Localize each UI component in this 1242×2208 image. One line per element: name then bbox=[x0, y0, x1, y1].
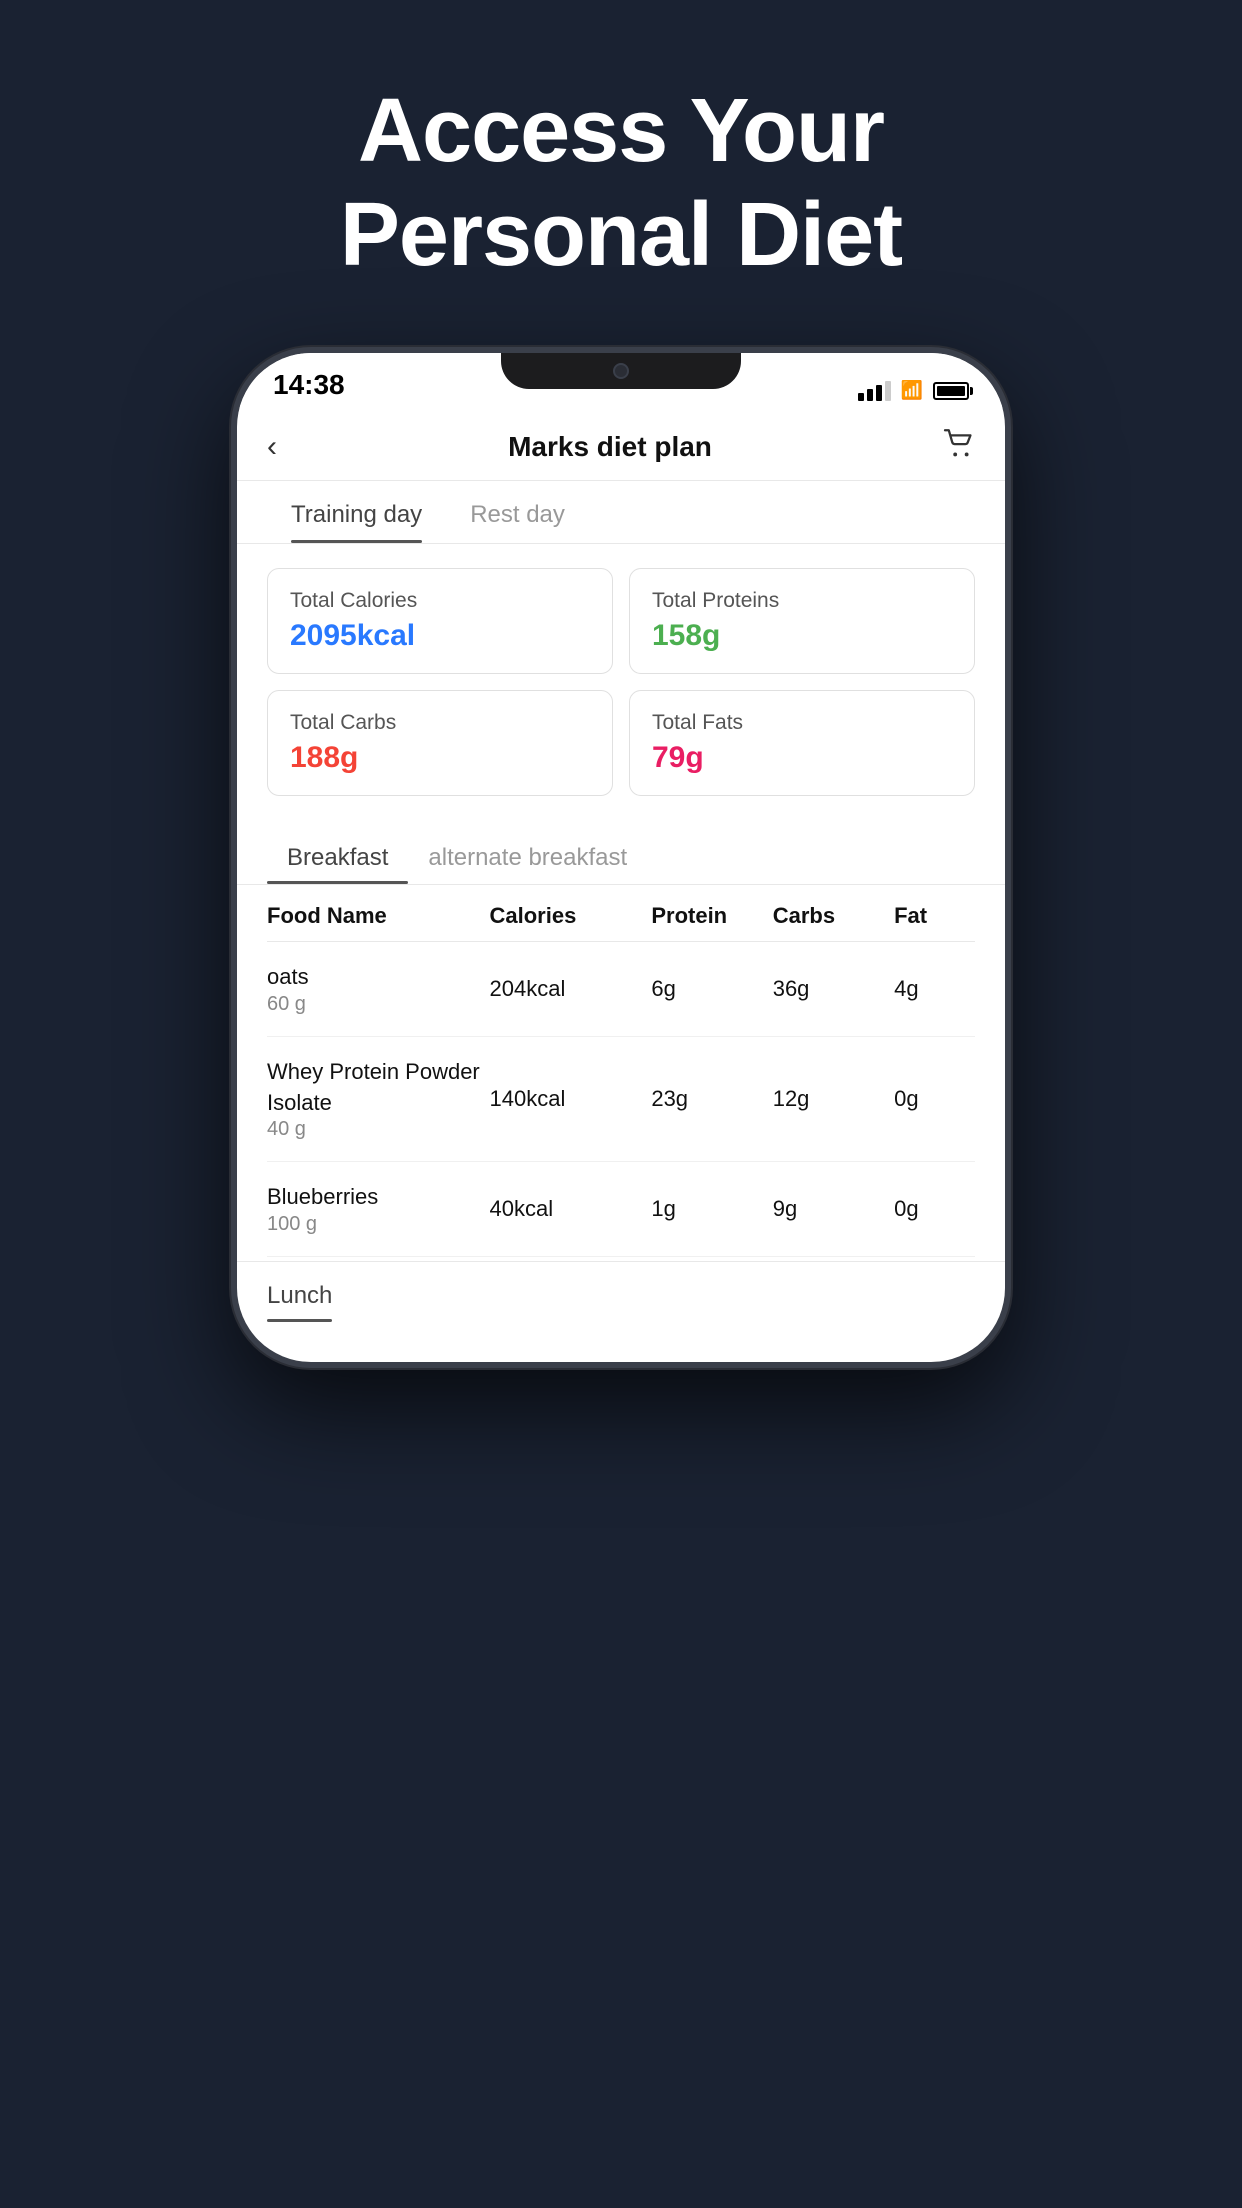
page-title: Marks diet plan bbox=[508, 431, 712, 463]
battery-icon bbox=[933, 382, 969, 400]
tab-breakfast[interactable]: Breakfast bbox=[267, 828, 408, 884]
header-fat: Fat bbox=[894, 903, 975, 929]
stat-card-fats: Total Fats 79g bbox=[629, 690, 975, 796]
table-row: oats 60 g 204kcal 6g 36g 4g bbox=[267, 942, 975, 1037]
food-name-cell: oats 60 g bbox=[267, 962, 490, 1016]
phone-wrapper: 14:38 📶 ‹ Marks diet pla bbox=[0, 347, 1242, 1368]
header-food-name: Food Name bbox=[267, 903, 490, 929]
food-fat: 4g bbox=[894, 976, 975, 1002]
lunch-section: Lunch bbox=[237, 1261, 1005, 1322]
food-name: oats bbox=[267, 962, 490, 993]
status-icons: 📶 bbox=[858, 380, 969, 401]
food-carbs: 12g bbox=[773, 1086, 894, 1112]
tab-alternate-breakfast[interactable]: alternate breakfast bbox=[408, 828, 647, 884]
food-weight: 60 g bbox=[267, 993, 490, 1016]
header-calories: Calories bbox=[490, 903, 652, 929]
lunch-tab-row: Lunch bbox=[267, 1282, 975, 1322]
camera bbox=[613, 363, 629, 379]
table-header: Food Name Calories Protein Carbs Fat bbox=[267, 885, 975, 942]
stat-value-proteins: 158g bbox=[652, 619, 952, 653]
hero-title: Access Your Personal Diet bbox=[0, 80, 1242, 287]
stat-value-carbs: 188g bbox=[290, 741, 590, 775]
stat-card-calories: Total Calories 2095kcal bbox=[267, 568, 613, 674]
cart-button[interactable] bbox=[943, 429, 975, 464]
food-calories: 140kcal bbox=[490, 1086, 652, 1112]
notch bbox=[501, 353, 741, 389]
header-protein: Protein bbox=[651, 903, 772, 929]
food-protein: 23g bbox=[651, 1086, 772, 1112]
stat-label-carbs: Total Carbs bbox=[290, 711, 590, 735]
tab-rest-day[interactable]: Rest day bbox=[446, 481, 589, 543]
tab-training-day[interactable]: Training day bbox=[267, 481, 446, 543]
food-name: Whey Protein Powder Isolate bbox=[267, 1057, 490, 1119]
food-carbs: 36g bbox=[773, 976, 894, 1002]
hero-section: Access Your Personal Diet bbox=[0, 0, 1242, 347]
tab-lunch[interactable]: Lunch bbox=[267, 1282, 332, 1322]
meal-tabs: Breakfast alternate breakfast bbox=[237, 828, 1005, 885]
food-fat: 0g bbox=[894, 1196, 975, 1222]
food-calories: 204kcal bbox=[490, 976, 652, 1002]
stats-grid: Total Calories 2095kcal Total Proteins 1… bbox=[237, 544, 1005, 820]
food-name-cell: Whey Protein Powder Isolate 40 g bbox=[267, 1057, 490, 1142]
day-tabs: Training day Rest day bbox=[237, 481, 1005, 544]
header-carbs: Carbs bbox=[773, 903, 894, 929]
status-time: 14:38 bbox=[273, 369, 345, 401]
food-name-cell: Blueberries 100 g bbox=[267, 1182, 490, 1236]
stat-card-carbs: Total Carbs 188g bbox=[267, 690, 613, 796]
food-weight: 100 g bbox=[267, 1213, 490, 1236]
stat-card-proteins: Total Proteins 158g bbox=[629, 568, 975, 674]
side-button-volume bbox=[231, 553, 237, 613]
side-button-power bbox=[1005, 533, 1011, 623]
phone-frame: 14:38 📶 ‹ Marks diet pla bbox=[231, 347, 1011, 1368]
screen: 14:38 📶 ‹ Marks diet pla bbox=[237, 353, 1005, 1362]
wifi-icon: 📶 bbox=[901, 380, 923, 401]
back-button[interactable]: ‹ bbox=[267, 430, 277, 464]
food-calories: 40kcal bbox=[490, 1196, 652, 1222]
stat-value-fats: 79g bbox=[652, 741, 952, 775]
stat-label-fats: Total Fats bbox=[652, 711, 952, 735]
food-protein: 6g bbox=[651, 976, 772, 1002]
food-protein: 1g bbox=[651, 1196, 772, 1222]
table-row: Whey Protein Powder Isolate 40 g 140kcal… bbox=[267, 1037, 975, 1163]
stat-label-proteins: Total Proteins bbox=[652, 589, 952, 613]
stat-value-calories: 2095kcal bbox=[290, 619, 590, 653]
food-table: Food Name Calories Protein Carbs Fat oat… bbox=[237, 885, 1005, 1257]
food-name: Blueberries bbox=[267, 1182, 490, 1213]
stat-label-calories: Total Calories bbox=[290, 589, 590, 613]
food-weight: 40 g bbox=[267, 1118, 490, 1141]
food-fat: 0g bbox=[894, 1086, 975, 1112]
food-carbs: 9g bbox=[773, 1196, 894, 1222]
table-row: Blueberries 100 g 40kcal 1g 9g 0g bbox=[267, 1162, 975, 1257]
signal-icon bbox=[858, 381, 891, 401]
nav-bar: ‹ Marks diet plan bbox=[237, 409, 1005, 481]
